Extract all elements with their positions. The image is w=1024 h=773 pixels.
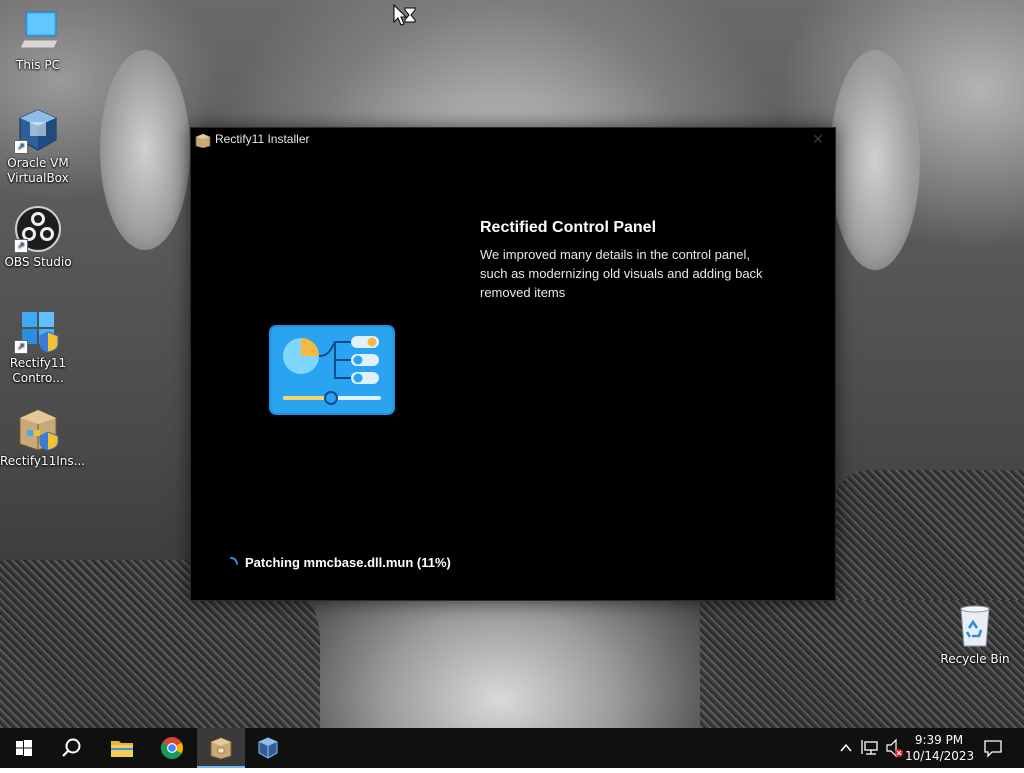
rectify11-control-icon: ↗ (14, 306, 62, 354)
taskbar-clock[interactable]: 9:39 PM 10/14/2023 (905, 732, 975, 764)
close-button[interactable]: ✕ (809, 131, 827, 149)
desktop-icon-obs-studio[interactable]: ↗ OBS Studio (0, 205, 76, 270)
desktop-icon-rectify11-installer[interactable]: Rectify11Ins... (0, 404, 85, 469)
taskbar-virtualbox[interactable] (244, 728, 292, 768)
virtualbox-icon: ↗ (14, 106, 62, 154)
file-explorer-icon (111, 741, 133, 757)
wallpaper-suit-right (830, 470, 1024, 620)
desktop-icon-rectify11-control[interactable]: ↗ Rectify11 Contro... (0, 306, 76, 386)
desktop-icon-label: OBS Studio (4, 255, 72, 269)
installer-app-icon (195, 133, 211, 149)
desktop-icon-recycle-bin[interactable]: Recycle Bin (937, 602, 1013, 667)
wallpaper-ear-left (100, 50, 190, 250)
notification-icon (984, 740, 1002, 758)
show-hidden-icons-button[interactable] (838, 728, 856, 768)
chrome-icon (161, 737, 183, 759)
rectify11-installer-icon (14, 404, 62, 452)
installer-window[interactable]: Rectify11 Installer ✕ Rectified Control … (190, 127, 836, 601)
taskbar-chrome[interactable] (148, 728, 196, 768)
network-icon (861, 740, 878, 755)
taskbar-rectify11-installer[interactable] (197, 728, 245, 768)
desktop-icon-label: Oracle VM VirtualBox (7, 156, 69, 185)
taskbar: 9:39 PM 10/14/2023 (0, 728, 1024, 768)
control-panel-illustration (269, 325, 395, 415)
desktop-icon-label: Recycle Bin (940, 652, 1010, 666)
rectify11-installer-icon (210, 737, 232, 760)
install-status-text: Patching mmcbase.dll.mun (11%) (245, 555, 451, 570)
feature-description: We improved many details in the control … (480, 247, 763, 300)
network-button[interactable] (860, 728, 882, 768)
clock-date: 10/14/2023 (905, 749, 975, 763)
volume-muted-icon (886, 738, 903, 758)
shortcut-arrow-icon: ↗ (14, 340, 28, 354)
this-pc-icon (14, 8, 62, 56)
shortcut-arrow-icon: ↗ (14, 239, 28, 253)
volume-button[interactable] (884, 728, 906, 768)
clock-time: 9:39 PM (914, 733, 964, 747)
busy-cursor-icon (393, 3, 417, 28)
obs-studio-icon: ↗ (14, 205, 62, 253)
wallpaper-ear-right (830, 50, 920, 270)
desktop-icon-label: This PC (16, 58, 60, 72)
window-titlebar[interactable]: Rectify11 Installer ✕ (191, 128, 835, 152)
virtualbox-icon (258, 737, 278, 759)
start-button[interactable] (0, 728, 48, 768)
shortcut-arrow-icon: ↗ (14, 140, 28, 154)
desktop-icon-virtualbox[interactable]: ↗ Oracle VM VirtualBox (0, 106, 76, 186)
desktop-icon-label: Rectify11Ins... (0, 454, 86, 468)
action-center-button[interactable] (978, 728, 1008, 768)
progress-spinner-icon (224, 556, 238, 570)
desktop-icon-this-pc[interactable]: This PC (0, 8, 76, 73)
chevron-up-icon (840, 743, 852, 752)
taskbar-file-explorer[interactable] (98, 728, 146, 768)
desktop-icon-label: Rectify11 Contro... (9, 356, 67, 385)
recycle-bin-icon (951, 602, 999, 650)
search-button[interactable] (48, 728, 96, 768)
start-icon (16, 740, 32, 756)
search-icon (62, 738, 81, 757)
feature-title: Rectified Control Panel (480, 219, 657, 236)
window-title: Rectify11 Installer (215, 132, 310, 146)
